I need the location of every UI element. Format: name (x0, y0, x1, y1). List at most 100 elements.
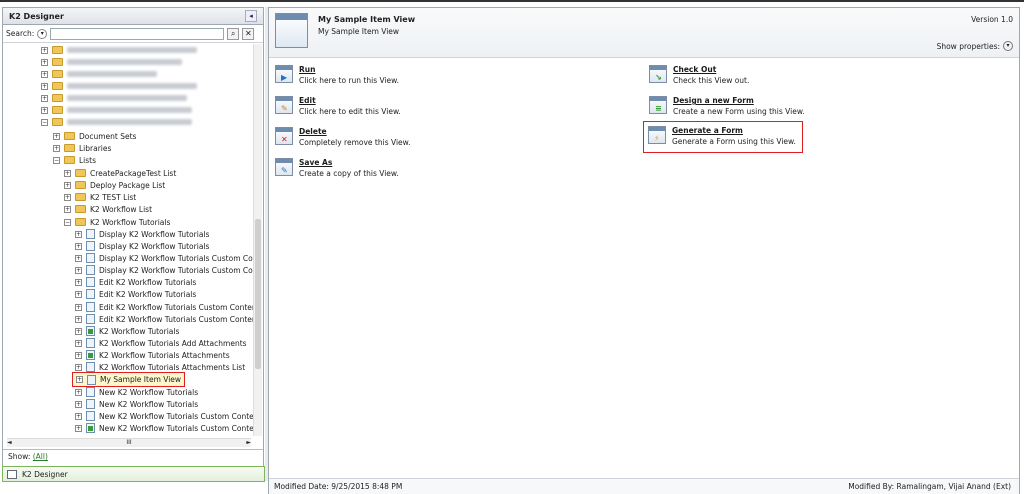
blurred-label (67, 107, 192, 113)
tree-item-blurred[interactable]: + (41, 80, 197, 92)
tree-item-view[interactable]: + Edit K2 Workflow Tutorials Custom Conte… (75, 313, 253, 325)
scroll-right-icon[interactable]: ► (246, 439, 251, 447)
tree-item-document-sets[interactable]: + Document Sets (53, 130, 136, 142)
expand-icon[interactable]: + (75, 351, 82, 359)
expand-icon[interactable]: + (75, 266, 82, 274)
tree-item-libraries[interactable]: + Libraries (53, 142, 111, 154)
expand-icon[interactable]: + (75, 412, 82, 420)
expand-icon[interactable]: + (64, 169, 71, 177)
delete-link[interactable]: Delete (299, 127, 410, 136)
tree-item-k2-workflow-list[interactable]: + K2 Workflow List (64, 203, 152, 215)
expand-icon[interactable]: + (53, 132, 60, 140)
save-as-link[interactable]: Save As (299, 158, 399, 167)
chevron-down-icon[interactable]: ▾ (1003, 41, 1013, 51)
expand-icon[interactable]: + (41, 82, 48, 90)
collapse-panel-button[interactable]: ◂ (245, 10, 257, 22)
tree-item-my-sample-item-view[interactable]: + My Sample Item View (72, 372, 186, 387)
tree-item-blurred[interactable]: + (41, 104, 192, 116)
scrollbar-thumb[interactable] (255, 219, 261, 369)
search-input[interactable] (50, 27, 225, 40)
show-properties-toggle[interactable]: Show properties: ▾ (937, 41, 1013, 51)
expand-icon[interactable]: + (41, 94, 48, 102)
generate-form-link[interactable]: Generate a Form (672, 126, 796, 135)
tree-item-lists[interactable]: − Lists (53, 154, 96, 166)
delete-action[interactable]: ✕ Delete Completely remove this View. (275, 127, 410, 147)
expand-icon[interactable]: + (75, 339, 82, 347)
version-label: Version 1.0 (971, 15, 1013, 24)
tree-item-label: Deploy Package List (90, 180, 166, 190)
tree-item-view[interactable]: + Display K2 Workflow Tutorials (75, 228, 209, 240)
tree-item-view[interactable]: + K2 Workflow Tutorials (75, 325, 179, 337)
check-out-action[interactable]: ↘ Check Out Check this View out. (649, 65, 749, 85)
tree-item-blurred[interactable]: − (41, 116, 192, 128)
run-link[interactable]: Run (299, 65, 399, 74)
tree-item-view[interactable]: + Edit K2 Workflow Tutorials Custom Conte… (75, 301, 253, 313)
tree-item-view[interactable]: + Display K2 Workflow Tutorials Custom Co… (75, 252, 253, 264)
tree-item-view[interactable]: + New K2 Workflow Tutorials Custom Conten… (75, 410, 253, 422)
tree-item-deploy-package-list[interactable]: + Deploy Package List (64, 179, 165, 191)
tree-item-view[interactable]: + Display K2 Workflow Tutorials (75, 240, 209, 252)
design-form-action[interactable]: ≡ Design a new Form Create a new Form us… (649, 96, 805, 116)
clear-search-icon[interactable]: ✕ (242, 27, 255, 40)
expand-icon[interactable]: + (75, 424, 82, 432)
expand-icon[interactable]: + (75, 363, 82, 371)
expand-icon[interactable]: + (75, 388, 82, 396)
tree-horizontal-scrollbar[interactable]: ◄ III ► (7, 438, 251, 447)
scroll-left-icon[interactable]: ◄ (7, 439, 12, 447)
expand-icon[interactable]: + (75, 230, 82, 238)
tree-item-view[interactable]: + K2 Workflow Tutorials Add Attachments (75, 337, 247, 349)
expand-icon[interactable]: + (64, 193, 71, 201)
edit-action[interactable]: ✎ Edit Click here to edit this View. (275, 96, 401, 116)
tree-item-createpackagetest-list[interactable]: + CreatePackageTest List (64, 167, 176, 179)
expand-icon[interactable]: + (75, 303, 82, 311)
expand-icon[interactable]: + (64, 181, 71, 189)
expand-icon[interactable]: + (53, 144, 60, 152)
tree-item-label: CreatePackageTest List (90, 168, 177, 178)
save-as-action[interactable]: ✎ Save As Create a copy of this View. (275, 158, 399, 178)
expand-icon[interactable]: + (41, 46, 48, 54)
tree-item-view[interactable]: + New K2 Workflow Tutorials Custom Conten… (75, 422, 253, 434)
tree-vertical-scrollbar[interactable] (253, 44, 262, 436)
expand-icon[interactable]: + (75, 327, 82, 335)
edit-link[interactable]: Edit (299, 96, 401, 105)
run-action[interactable]: ▶ Run Click here to run this View. (275, 65, 399, 85)
k2-designer-tab[interactable]: K2 Designer (2, 466, 265, 482)
tree-item-k2-test-list[interactable]: + K2 TEST List (64, 191, 136, 203)
expand-icon[interactable]: + (75, 242, 82, 250)
design-form-link[interactable]: Design a new Form (673, 96, 805, 105)
tree-item-k2-workflow-tutorials[interactable]: − K2 Workflow Tutorials (64, 216, 170, 228)
expand-icon[interactable]: + (41, 58, 48, 66)
expand-icon[interactable]: + (75, 254, 82, 262)
expand-icon[interactable]: + (75, 315, 82, 323)
blurred-label (67, 47, 197, 53)
check-out-link[interactable]: Check Out (673, 65, 749, 74)
tree-item-view[interactable]: + New K2 Workflow Tutorials (75, 386, 198, 398)
expand-icon[interactable]: + (64, 205, 71, 213)
generate-form-action[interactable]: ⚡ Generate a Form Generate a Form using … (643, 121, 803, 153)
tree-item-blurred[interactable]: + (41, 56, 182, 68)
tree-item-view[interactable]: + New K2 Workflow Tutorials (75, 398, 198, 410)
tree-item-view[interactable]: + Edit K2 Workflow Tutorials (75, 288, 196, 300)
tree-item-view[interactable]: + Edit K2 Workflow Tutorials (75, 276, 196, 288)
show-all-link[interactable]: (All) (33, 452, 48, 461)
expand-icon[interactable]: + (76, 376, 83, 383)
tree-item-blurred[interactable]: + (41, 44, 197, 56)
expand-icon[interactable]: + (75, 278, 82, 286)
expand-icon[interactable]: + (75, 400, 82, 408)
tree-item-view[interactable]: + K2 Workflow Tutorials Attachments (75, 349, 230, 361)
collapse-icon[interactable]: − (41, 118, 48, 126)
tree-item-blurred[interactable]: + (41, 68, 157, 80)
blurred-label (67, 83, 197, 89)
expand-icon[interactable]: + (41, 106, 48, 114)
search-options-dropdown-icon[interactable]: ▾ (37, 28, 48, 39)
expand-icon[interactable]: + (75, 290, 82, 298)
tree-item-label: Edit K2 Workflow Tutorials Custom Conten… (99, 314, 253, 324)
collapse-icon[interactable]: − (64, 218, 71, 226)
tree-item-label: K2 Workflow Tutorials (90, 217, 171, 227)
scrollbar-grip[interactable]: III (126, 439, 131, 446)
tree-item-view[interactable]: + Display K2 Workflow Tutorials Custom Co… (75, 264, 253, 276)
tree-item-blurred[interactable]: + (41, 92, 187, 104)
expand-icon[interactable]: + (41, 70, 48, 78)
collapse-icon[interactable]: − (53, 156, 60, 164)
search-icon[interactable]: ⌕ (227, 27, 240, 40)
